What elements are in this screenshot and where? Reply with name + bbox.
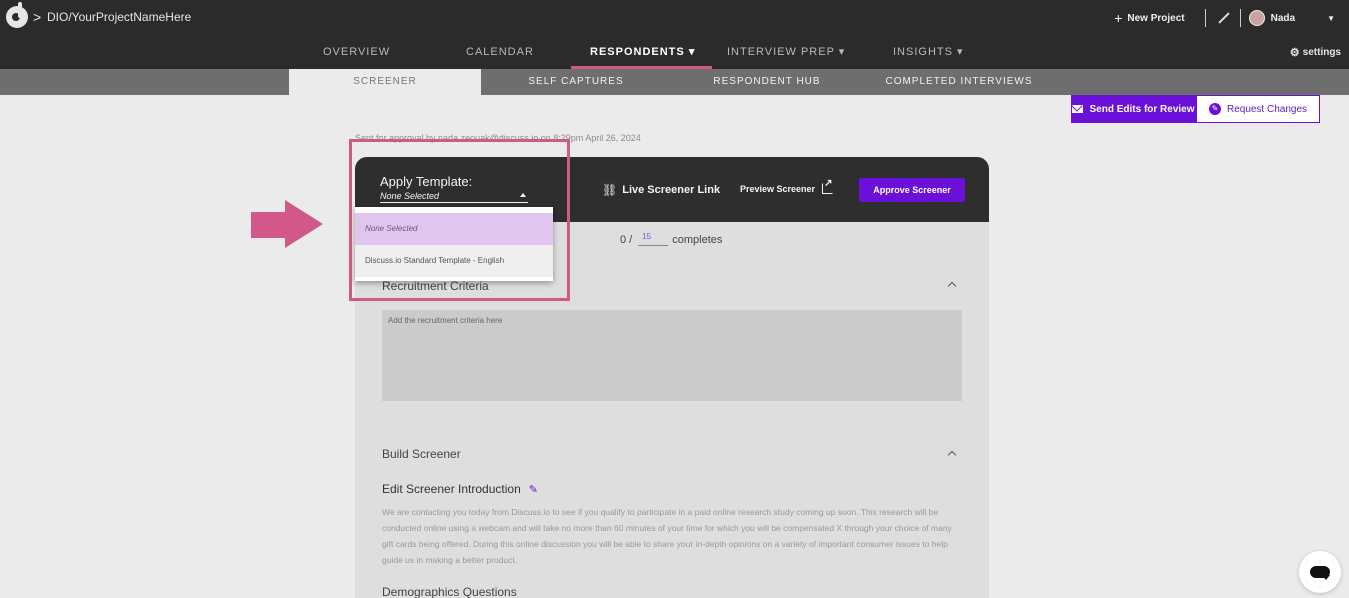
logo-stem [18,2,22,18]
avatar [1248,10,1265,26]
gear-icon: ⚙ [1289,47,1300,59]
subtab-screener-label: SCREENER [353,76,417,87]
live-screener-link-label: Live Screener Link [622,184,721,196]
top-right-controls: + New Project Nada ▼ [1114,8,1335,28]
subtab-screener[interactable]: SCREENER [289,69,481,95]
annotation-arrow-icon [251,212,286,238]
chat-icon [1310,566,1330,580]
chevron-right-icon: > [33,9,42,25]
tab-calendar-label: CALENDAR [466,46,534,58]
caret-down-icon: ▾ [688,46,696,58]
tab-calendar[interactable]: CALENDAR [466,38,534,69]
subtab-respondent-hub-label: RESPONDENT HUB [713,76,821,87]
new-project-button[interactable]: + New Project [1114,11,1196,25]
completes-counter: 0 / 15 completes [620,232,722,246]
settings-button[interactable]: ⚙ settings [1290,46,1341,59]
approve-screener-label: Approve Screener [873,185,951,195]
subtab-self-captures[interactable]: SELF CAPTURES [481,69,671,95]
caret-down-icon: ▾ [957,46,964,58]
user-name: Nada [1270,12,1296,24]
discussio-logo-icon[interactable] [6,6,28,28]
send-edits-button[interactable]: Send Edits for Review [1071,95,1196,123]
annotation-highlight-box [349,139,570,301]
tab-overview[interactable]: OVERVIEW [323,38,390,69]
completes-current: 0 / [620,234,633,246]
plus-icon: + [1114,10,1123,26]
completes-label: completes [672,234,723,246]
sub-nav: SCREENER SELF CAPTURES RESPONDENT HUB CO… [0,69,1349,95]
caret-down-icon: ▾ [838,46,846,58]
preview-screener-button[interactable]: Preview Screener [740,178,834,194]
main-nav: OVERVIEW CALENDAR RESPONDENTS ▾ INTERVIE… [0,38,1349,69]
settings-label: settings [1302,47,1341,58]
magic-wand-icon[interactable] [1214,9,1232,27]
tab-interview-prep[interactable]: INTERVIEW PREP ▾ [727,38,845,69]
demographics-questions-title: Demographics Questions [382,585,517,598]
live-screener-link[interactable]: ⛓ Live Screener Link [602,183,720,197]
recruitment-criteria-placeholder: Add the recruitment criteria here [388,316,503,325]
preview-screener-label: Preview Screener [740,183,816,194]
edit-pencil-icon[interactable]: ✎ [529,483,538,496]
annotation-arrow-head [285,200,323,248]
chat-support-button[interactable] [1299,551,1341,593]
subtab-respondent-hub[interactable]: RESPONDENT HUB [671,69,863,95]
review-actions: Send Edits for Review ✎ Request Changes [1071,95,1320,123]
chevron-up-icon[interactable] [947,281,957,291]
top-bar: > DIO/YourProjectNameHere + New Project … [0,0,1349,69]
screener-introduction-text: We are contacting you today from Discuss… [382,507,952,565]
subtab-self-captures-label: SELF CAPTURES [528,76,624,87]
tab-overview-label: OVERVIEW [323,46,391,58]
subtab-completed-interviews[interactable]: COMPLETED INTERVIEWS [863,69,1055,95]
chevron-up-icon[interactable] [947,450,957,460]
completes-target-input[interactable]: 15 [638,232,669,246]
project-breadcrumb[interactable]: DIO/YourProjectNameHere [47,10,191,24]
subtab-completed-interviews-label: COMPLETED INTERVIEWS [885,76,1033,87]
mail-icon [1072,105,1084,113]
build-screener-title: Build Screener [382,447,461,461]
tab-insights[interactable]: INSIGHTS ▾ [893,38,964,69]
request-changes-label: Request Changes [1226,103,1308,115]
approve-screener-button[interactable]: Approve Screener [859,178,965,202]
external-link-icon [822,178,834,194]
tab-interview-prep-label: INTERVIEW PREP [727,46,835,58]
recruitment-criteria-field[interactable]: Add the recruitment criteria here [382,310,962,401]
pencil-icon: ✎ [1208,103,1221,115]
screener-introduction-label: Edit Screener Introduction [382,482,521,496]
user-menu[interactable]: Nada ▼ [1248,10,1335,26]
screener-introduction-title: Edit Screener Introduction ✎ [382,482,538,496]
link-icon: ⛓ [602,183,618,197]
tab-insights-label: INSIGHTS [893,46,953,58]
new-project-label: New Project [1127,12,1185,24]
request-changes-button[interactable]: ✎ Request Changes [1196,95,1320,123]
tab-respondents[interactable]: RESPONDENTS ▾ [571,38,712,69]
divider [1239,9,1241,27]
divider [1204,9,1206,27]
send-edits-label: Send Edits for Review [1089,103,1195,115]
caret-down-icon: ▼ [1327,13,1335,23]
tab-respondents-label: RESPONDENTS [590,46,685,58]
